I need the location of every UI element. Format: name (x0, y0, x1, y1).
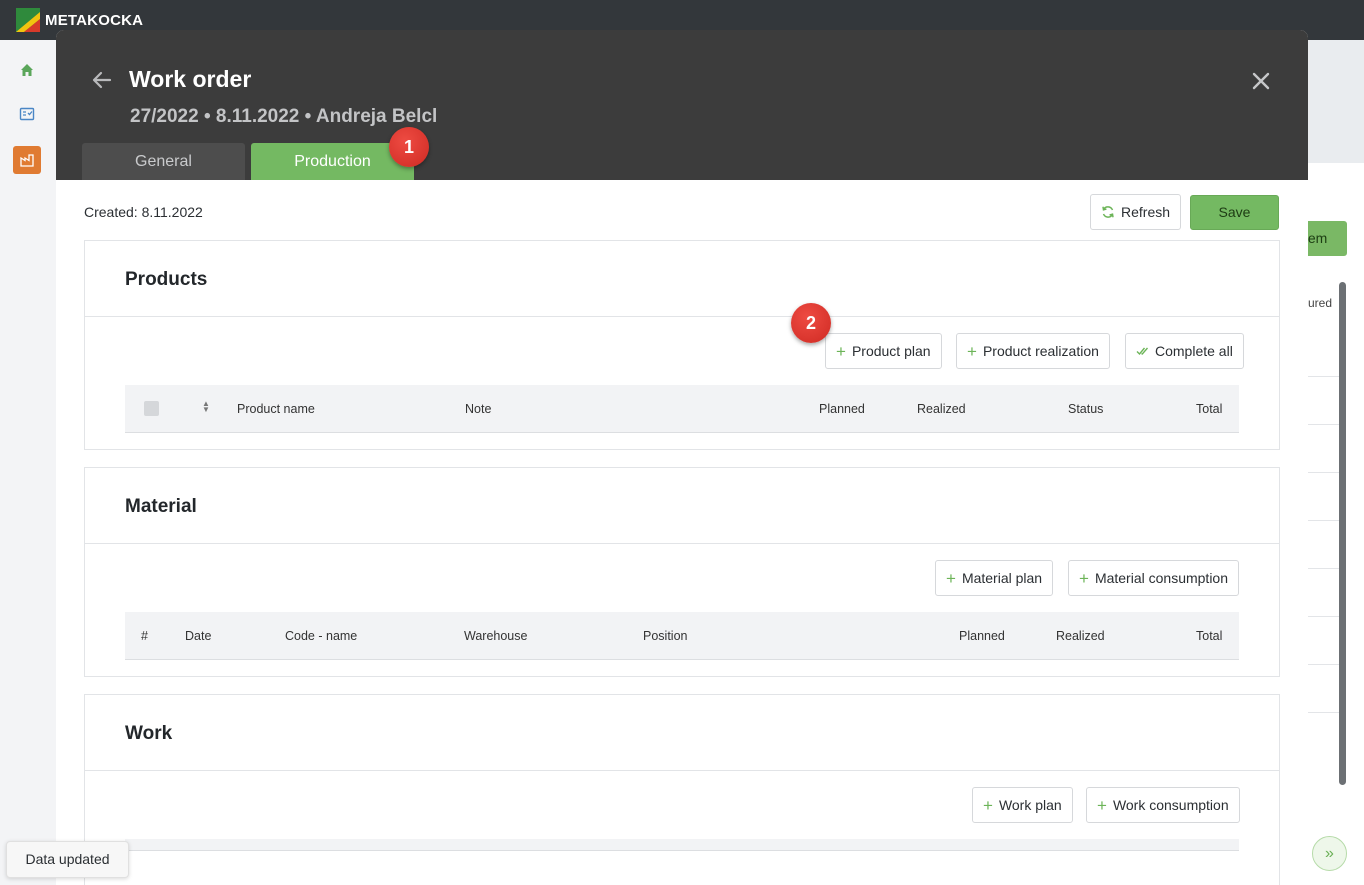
modal-header: Work order 27/2022 • 8.11.2022 • Andreja… (56, 30, 1308, 180)
column-header[interactable]: Warehouse (464, 629, 527, 643)
column-header[interactable]: Product name (237, 402, 315, 416)
tab-general[interactable]: General (82, 143, 245, 180)
column-header[interactable]: Total (1196, 629, 1222, 643)
column-header[interactable]: Status (1068, 402, 1103, 416)
material-table-header: # Date Code - name Warehouse Position Pl… (125, 612, 1239, 660)
complete-all-label: Complete all (1155, 343, 1233, 359)
column-header[interactable]: Realized (1056, 629, 1105, 643)
sort-icon[interactable]: ▲ ▼ (202, 400, 210, 414)
work-consumption-label: Work consumption (1112, 797, 1229, 813)
step-marker-2: 2 (791, 303, 831, 343)
background-scrollbar[interactable] (1339, 282, 1346, 785)
plus-icon: + (1097, 795, 1107, 815)
work-order-modal: Work order 27/2022 • 8.11.2022 • Andreja… (56, 30, 1308, 885)
save-button[interactable]: Save (1190, 195, 1279, 230)
material-consumption-button[interactable]: + Material consumption (1068, 560, 1239, 596)
back-arrow-icon[interactable] (90, 68, 114, 92)
tasks-icon[interactable] (13, 100, 41, 128)
column-header[interactable]: Total (1196, 402, 1222, 416)
app-logo[interactable]: METAKOCKA (16, 8, 143, 32)
production-icon[interactable] (13, 146, 41, 174)
section-divider (85, 770, 1279, 771)
work-plan-label: Work plan (998, 797, 1062, 813)
column-header[interactable]: Code - name (285, 629, 357, 643)
plus-icon: + (1079, 568, 1089, 588)
toast-notification: Data updated (6, 841, 129, 878)
logo-flag-icon (16, 8, 40, 32)
section-divider (85, 316, 1279, 317)
app-sidebar (0, 40, 56, 885)
products-table-header: ▲ ▼ Product name Note Planned Realized St… (125, 385, 1239, 433)
column-header[interactable]: # (141, 629, 148, 643)
complete-all-button[interactable]: Complete all (1125, 333, 1244, 369)
material-title: Material (125, 496, 197, 517)
work-title: Work (125, 723, 173, 744)
work-section: Work + Work plan + Work consumption (84, 694, 1280, 885)
material-plan-label: Material plan (961, 570, 1043, 586)
modal-title: Work order (129, 66, 252, 92)
column-header[interactable]: Position (643, 629, 687, 643)
plus-icon: + (946, 568, 956, 588)
created-date: Created: 8.11.2022 (84, 204, 203, 220)
product-realization-button[interactable]: + Product realization (956, 333, 1110, 369)
section-divider (85, 543, 1279, 544)
close-icon[interactable] (1250, 70, 1272, 92)
modal-subtitle: 27/2022 • 8.11.2022 • Andreja Belcl (130, 106, 438, 127)
material-section: Material + Material plan + Material cons… (84, 467, 1280, 677)
column-header[interactable]: Date (185, 629, 211, 643)
step-marker-1: 1 (389, 127, 429, 167)
home-icon[interactable] (13, 56, 41, 84)
column-header[interactable]: Planned (819, 402, 865, 416)
products-title: Products (125, 269, 208, 290)
product-realization-label: Product realization (982, 343, 1099, 359)
work-consumption-button[interactable]: + Work consumption (1086, 787, 1240, 823)
products-section: Products + Product plan + Product realiz… (84, 240, 1280, 450)
material-plan-button[interactable]: + Material plan (935, 560, 1054, 596)
work-plan-button[interactable]: + Work plan (972, 787, 1073, 823)
refresh-label: Refresh (1121, 204, 1171, 220)
material-consumption-label: Material consumption (1094, 570, 1228, 586)
column-header[interactable]: Planned (959, 629, 1005, 643)
plus-icon: + (983, 795, 993, 815)
product-plan-label: Product plan (851, 343, 931, 359)
refresh-button[interactable]: Refresh (1090, 194, 1182, 230)
column-header[interactable]: Note (465, 402, 491, 416)
double-check-icon (1136, 347, 1149, 356)
plus-icon: + (967, 341, 977, 361)
select-all-checkbox[interactable] (144, 401, 159, 416)
expand-chevrons-icon[interactable]: » (1312, 836, 1347, 871)
background-column-header: ured (1308, 296, 1333, 310)
product-plan-button[interactable]: + Product plan (825, 333, 942, 369)
background-content (1308, 163, 1364, 885)
plus-icon: + (836, 341, 846, 361)
column-header[interactable]: Realized (917, 402, 966, 416)
app-name: METAKOCKA (45, 11, 144, 29)
refresh-icon (1102, 206, 1114, 218)
work-table-header (125, 839, 1239, 851)
